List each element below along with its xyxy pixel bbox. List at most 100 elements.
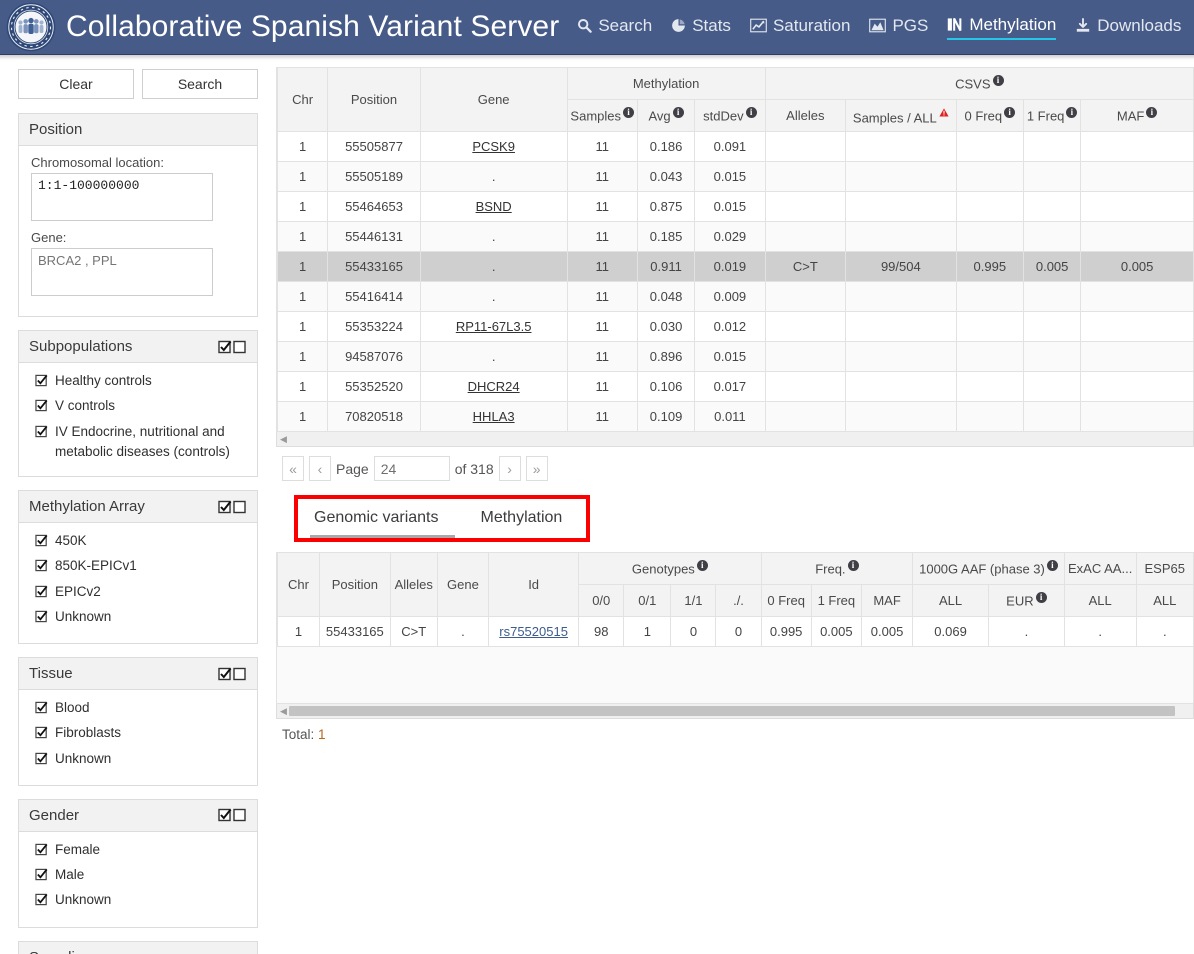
col-meth-samples[interactable]: Samples i [566,99,638,132]
col-gt-00[interactable]: 0/0 [578,584,625,617]
col-samples-all[interactable]: Samples / ALL [845,99,957,132]
nav-item-downloads[interactable]: Downloads [1075,16,1181,39]
col-csvs-maf[interactable]: MAF i [1080,99,1194,132]
total-label: Total: [282,727,315,742]
col-meth-avg[interactable]: Avg i [636,99,696,132]
checkbox-blood[interactable]: Blood [35,698,245,720]
methylation-table-hscrollbar[interactable]: ◀ [276,432,1194,447]
chromosomal-location-input[interactable]: 1:1-100000000 [31,173,213,221]
tab-methylation[interactable]: Methylation [455,505,575,538]
checkbox-iv-endocrine[interactable]: IV Endocrine, nutritional and metabolic … [35,422,245,463]
col-gene[interactable]: Gene [419,67,568,132]
gene-link[interactable]: DHCR24 [468,379,520,394]
col-gt-01[interactable]: 0/1 [623,584,672,617]
info-icon[interactable]: i [1146,107,1158,119]
col-var-position[interactable]: Position [319,552,391,617]
checkbox-450k[interactable]: 450K [35,531,245,553]
tab-genomic-variants[interactable]: Genomic variants [310,505,455,538]
var-0freq-cell: 0.995 [760,616,812,647]
info-icon[interactable]: i [1035,592,1047,604]
table-row[interactable]: 1 55505877 PCSK9 11 0.186 0.091 [276,131,1194,162]
table-row[interactable]: 1 55446131. 11 0.185 0.029 [276,221,1194,252]
search-button[interactable]: Search [142,69,258,99]
checkbox-gender-unknown[interactable]: Unknown [35,890,245,912]
col-csvs-1freq[interactable]: 1 Freq i [1022,99,1082,132]
nav-item-stats[interactable]: Stats [671,16,731,39]
gene-input[interactable] [31,248,213,296]
col-meth-stddev[interactable]: stdDev i [694,99,766,132]
clear-button[interactable]: Clear [18,69,134,99]
first-page-button[interactable]: « [282,456,304,481]
info-icon[interactable]: i [623,107,634,119]
checkbox-array-unknown[interactable]: Unknown [35,607,245,629]
col-var-alleles[interactable]: Alleles [389,552,438,617]
info-icon[interactable]: i [992,75,1004,87]
col-position[interactable]: Position [327,67,421,132]
scrollbar-thumb[interactable] [289,706,1175,716]
gene-link[interactable]: BSND [476,199,512,214]
checkbox-tissue-unknown[interactable]: Unknown [35,749,245,771]
col-gt-missing[interactable]: ./. [715,584,762,617]
table-row[interactable]: 1 55352520 DHCR24 11 0.106 0.017 [276,371,1194,402]
prev-page-button[interactable]: ‹ [309,456,331,481]
select-all-none-toggle[interactable] [218,808,247,822]
col-csvs-0freq[interactable]: 0 Freq i [955,99,1024,132]
nav-item-methylation[interactable]: Methylation [947,15,1057,40]
col-var-1freq[interactable]: 1 Freq [810,584,862,617]
col-var-maf[interactable]: MAF [860,584,914,617]
col-chr[interactable]: Chr [276,67,329,132]
nav-item-saturation[interactable]: Saturation [750,16,850,39]
table-row[interactable]: 1 94587076. 11 0.896 0.015 [276,341,1194,372]
scroll-left-arrow[interactable]: ◀ [277,434,287,444]
page-number-input[interactable] [373,456,450,481]
gene-link[interactable]: PCSK9 [472,139,515,154]
table-row[interactable]: 1 55505189. 11 0.043 0.015 [276,161,1194,192]
col-var-chr[interactable]: Chr [277,552,320,617]
gene-cell: . [436,616,490,647]
select-all-none-toggle[interactable] [218,667,247,681]
checkbox-healthy-controls[interactable]: Healthy controls [35,371,245,393]
nav-item-search[interactable]: Search [577,16,652,39]
table-row[interactable]: 1 55433165 C>T. rs75520515 98 1 0 0 0.995 0.005 0.… [277,616,1194,647]
info-icon[interactable]: i [745,107,757,119]
info-icon[interactable]: i [696,560,708,572]
warning-icon[interactable] [939,105,949,120]
checkbox-female[interactable]: Female [35,840,245,862]
info-icon[interactable]: i [1004,107,1016,119]
col-1000g-all[interactable]: ALL [912,584,989,617]
checkbox-male[interactable]: Male [35,865,245,887]
select-all-none-toggle[interactable] [218,340,247,354]
nav-item-pgs[interactable]: PGS [869,16,928,39]
gene-link[interactable]: HHLA3 [473,409,515,424]
col-esp-all[interactable]: ALL [1135,584,1194,617]
info-icon[interactable]: i [1046,560,1058,572]
checkbox-v-controls[interactable]: V controls [35,396,245,418]
table-row[interactable]: 1 55464653 BSND 11 0.875 0.015 [276,191,1194,222]
variants-table-hscrollbar[interactable]: ◀ [276,704,1194,719]
select-all-none-toggle[interactable] [218,500,247,514]
checkbox-epicv2[interactable]: EPICv2 [35,582,245,604]
table-row[interactable]: 1 55416414. 11 0.048 0.009 [276,281,1194,312]
info-icon[interactable]: i [672,107,684,119]
panel-position: Position Chromosomal location: 1:1-10000… [18,113,258,317]
col-gt-11[interactable]: 1/1 [670,584,717,617]
checkbox-fibroblasts[interactable]: Fibroblasts [35,723,245,745]
scroll-left-arrow[interactable]: ◀ [277,706,287,716]
col-var-id[interactable]: Id [488,552,580,617]
info-icon[interactable]: i [847,560,859,572]
col-var-0freq[interactable]: 0 Freq [760,584,812,617]
col-alleles[interactable]: Alleles [764,99,847,132]
col-exac-all[interactable]: ALL [1063,584,1137,617]
table-row[interactable]: 1 55433165. 11 0.911 0.019 C>T 99/504 0.995 0.00… [276,251,1194,282]
info-icon[interactable]: i [1066,107,1078,119]
meth-samples-cell: 11 [566,371,638,402]
col-1000g-eur[interactable]: EUR i [987,584,1065,617]
rsid-link[interactable]: rs75520515 [499,624,568,639]
col-var-gene[interactable]: Gene [436,552,490,617]
table-row[interactable]: 1 55353224 RP11-67L3.5 11 0.030 0.012 [276,311,1194,342]
next-page-button[interactable]: › [498,456,521,481]
table-row[interactable]: 1 70820518 HHLA3 11 0.109 0.011 [276,401,1194,432]
checkbox-850k-epicv1[interactable]: 850K-EPICv1 [35,556,245,578]
gene-link[interactable]: RP11-67L3.5 [456,319,532,334]
last-page-button[interactable]: » [525,456,548,481]
